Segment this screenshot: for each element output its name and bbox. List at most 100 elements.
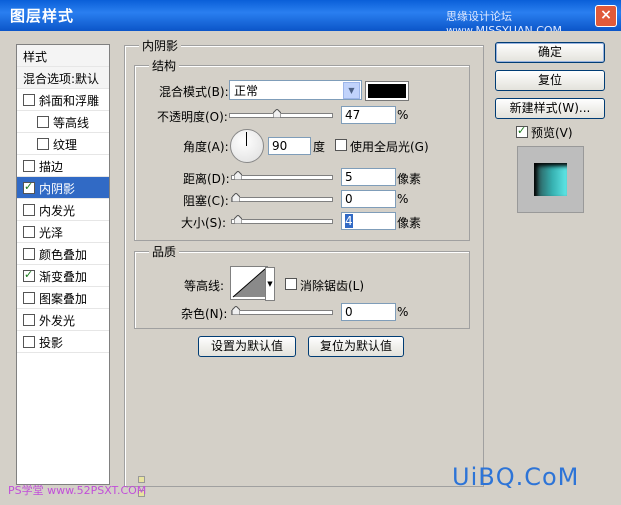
size-label: 大小(S):	[181, 216, 227, 230]
distance-unit: 像素	[397, 172, 422, 186]
style-item-8[interactable]: 渐变叠加	[17, 265, 109, 287]
preview-label: 预览(V)	[531, 126, 573, 140]
blend-mode-select[interactable]: 正常 ▼	[229, 80, 362, 100]
new-style-button[interactable]: 新建样式(W)...	[495, 98, 605, 119]
title-bar[interactable]: 图层样式 思缘设计论坛 www.MISSYUAN.COM ×	[0, 0, 621, 37]
make-default-button[interactable]: 设置为默认值	[198, 336, 296, 357]
blend-options-label: 混合选项:默认	[23, 72, 100, 86]
style-item-3[interactable]: 描边	[17, 155, 109, 177]
style-item-label: 外发光	[39, 314, 76, 328]
size-slider[interactable]	[231, 215, 333, 224]
blend-mode-label: 混合模式(B):	[159, 85, 229, 99]
style-item-label: 内发光	[39, 204, 76, 218]
angle-dial[interactable]	[230, 129, 264, 163]
style-item-11[interactable]: 投影	[17, 331, 109, 353]
style-item-4[interactable]: 内阴影	[17, 177, 109, 199]
blend-mode-value: 正常	[234, 84, 259, 98]
style-item-5[interactable]: 内发光	[17, 199, 109, 221]
preview-swatch	[534, 163, 567, 196]
style-item-6[interactable]: 光泽	[17, 221, 109, 243]
style-item-checkbox[interactable]	[37, 138, 49, 150]
style-item-label: 光泽	[39, 226, 64, 240]
style-item-checkbox[interactable]	[23, 226, 35, 238]
styles-list: 样式 混合选项:默认 斜面和浮雕等高线纹理描边内阴影内发光光泽颜色叠加渐变叠加图…	[16, 44, 110, 485]
noise-slider-thumb[interactable]	[232, 306, 240, 315]
choke-label: 阻塞(C):	[183, 194, 229, 208]
size-slider-thumb[interactable]	[234, 215, 242, 224]
ok-button[interactable]: 确定	[495, 42, 605, 63]
anti-alias-label: 消除锯齿(L)	[300, 279, 365, 293]
style-item-checkbox[interactable]	[23, 204, 35, 216]
close-button[interactable]: ×	[595, 5, 617, 27]
angle-input[interactable]: 90	[268, 137, 311, 155]
style-item-label: 颜色叠加	[39, 248, 88, 262]
choke-unit: %	[397, 192, 409, 206]
choke-slider[interactable]	[231, 193, 333, 202]
style-item-1[interactable]: 等高线	[17, 111, 109, 133]
style-item-label: 投影	[39, 336, 64, 350]
style-item-label: 内阴影	[39, 182, 76, 196]
style-item-label: 图案叠加	[39, 292, 88, 306]
choke-slider-thumb[interactable]	[232, 193, 240, 202]
style-item-label: 斜面和浮雕	[39, 94, 100, 108]
noise-unit: %	[397, 305, 409, 319]
contour-curve-icon	[232, 268, 266, 298]
layer-style-dialog: 图层样式 思缘设计论坛 www.MISSYUAN.COM × 样式 混合选项:默…	[0, 0, 621, 505]
choke-input[interactable]: 0	[341, 190, 396, 208]
reset-default-button[interactable]: 复位为默认值	[308, 336, 404, 357]
style-item-checkbox[interactable]	[23, 314, 35, 326]
distance-slider[interactable]	[231, 171, 333, 180]
style-preview-thumbnail	[517, 146, 584, 213]
noise-input[interactable]: 0	[341, 303, 396, 321]
footer-right-watermark: UiBQ.CoM	[452, 463, 580, 491]
opacity-slider[interactable]	[229, 109, 333, 118]
styles-list-header[interactable]: 样式	[17, 45, 109, 67]
noise-label: 杂色(N):	[181, 307, 228, 321]
panel-title: 内阴影	[139, 37, 182, 54]
contour-dropdown-icon[interactable]: ▼	[265, 267, 275, 301]
quality-title: 品质	[149, 243, 180, 260]
style-item-checkbox[interactable]	[23, 94, 35, 106]
contour-picker[interactable]: ▼	[230, 266, 275, 301]
distance-label: 距离(D):	[183, 172, 230, 186]
size-input[interactable]: 4	[341, 212, 396, 230]
style-item-0[interactable]: 斜面和浮雕	[17, 89, 109, 111]
style-item-checkbox[interactable]	[23, 160, 35, 172]
opacity-label: 不透明度(O):	[157, 110, 228, 124]
style-item-checkbox[interactable]	[23, 336, 35, 348]
structure-title: 结构	[149, 57, 180, 74]
style-item-2[interactable]: 纹理	[17, 133, 109, 155]
angle-needle	[246, 132, 247, 146]
style-item-label: 描边	[39, 160, 64, 174]
style-item-checkbox[interactable]	[37, 116, 49, 128]
style-item-checkbox[interactable]	[23, 248, 35, 260]
chevron-down-icon[interactable]: ▼	[343, 82, 360, 99]
footer-left-watermark: PS学堂 www.52PSXT.COM	[8, 484, 147, 497]
distance-slider-thumb[interactable]	[234, 171, 242, 180]
style-item-label: 等高线	[53, 116, 90, 130]
opacity-slider-thumb[interactable]	[273, 109, 281, 118]
style-item-checkbox[interactable]	[23, 268, 35, 282]
anti-alias-checkbox[interactable]	[285, 278, 297, 290]
style-item-7[interactable]: 颜色叠加	[17, 243, 109, 265]
preview-checkbox[interactable]	[516, 124, 528, 138]
angle-label: 角度(A):	[183, 140, 229, 154]
size-unit: 像素	[397, 216, 422, 230]
global-light-label: 使用全局光(G)	[350, 140, 429, 154]
style-item-9[interactable]: 图案叠加	[17, 287, 109, 309]
distance-input[interactable]: 5	[341, 168, 396, 186]
style-item-10[interactable]: 外发光	[17, 309, 109, 331]
opacity-input[interactable]: 47	[341, 106, 396, 124]
global-light-checkbox[interactable]	[335, 139, 347, 151]
styles-header-label: 样式	[23, 50, 48, 64]
opacity-unit: %	[397, 108, 409, 122]
size-input-value: 4	[345, 214, 353, 228]
style-item-label: 渐变叠加	[39, 270, 88, 284]
noise-slider[interactable]	[231, 306, 333, 315]
style-item-checkbox[interactable]	[23, 180, 35, 194]
blend-options-item[interactable]: 混合选项:默认	[17, 67, 109, 89]
angle-unit: 度	[313, 140, 326, 154]
style-item-checkbox[interactable]	[23, 292, 35, 304]
shadow-color-swatch[interactable]	[365, 81, 409, 101]
reset-button[interactable]: 复位	[495, 70, 605, 91]
